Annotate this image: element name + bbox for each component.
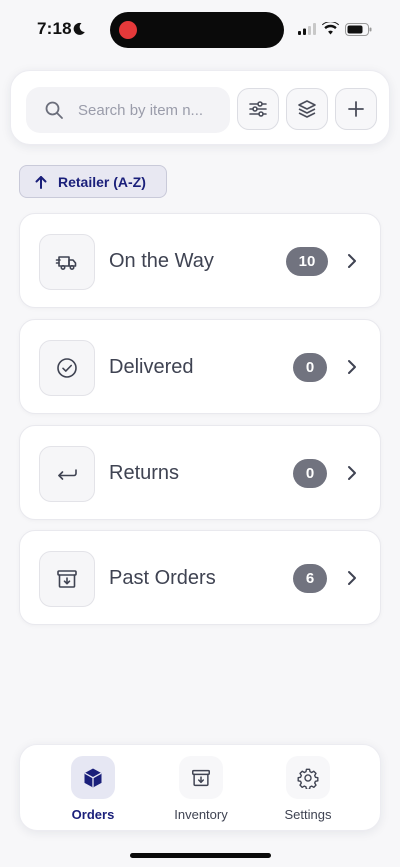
- sort-label: Retailer (A-Z): [58, 173, 146, 190]
- home-indicator[interactable]: [130, 853, 271, 858]
- arrow-up-icon: [35, 175, 47, 189]
- order-icon-box: [39, 446, 95, 502]
- order-category-returns[interactable]: Returns 0: [19, 425, 381, 520]
- tab-settings[interactable]: Settings: [263, 755, 353, 825]
- add-button[interactable]: [335, 88, 377, 130]
- wifi-icon: [322, 22, 339, 35]
- search-icon: [45, 101, 63, 119]
- count-badge: 6: [293, 564, 327, 593]
- order-category-on-the-way[interactable]: On the Way 10: [19, 213, 381, 308]
- order-category-delivered[interactable]: Delivered 0: [19, 319, 381, 414]
- cellular-signal-icon: [298, 23, 316, 35]
- cube-icon: [84, 768, 102, 787]
- filter-button[interactable]: [237, 88, 279, 130]
- dynamic-island: [110, 12, 284, 48]
- return-arrow-icon: [58, 469, 77, 480]
- order-category-label: Delivered: [109, 356, 194, 378]
- tab-label: Inventory: [174, 807, 228, 822]
- nav-icon-box: [71, 756, 115, 799]
- battery-icon: [345, 23, 372, 36]
- order-icon-box: [39, 340, 95, 396]
- count-badge: 10: [286, 247, 328, 276]
- search-toolbar: [10, 70, 390, 145]
- gear-icon: [297, 768, 319, 789]
- count-badge: 0: [293, 459, 327, 488]
- status-bar: 7:18: [0, 0, 400, 60]
- chevron-right-icon: [348, 466, 356, 480]
- tab-label: Settings: [284, 807, 332, 822]
- layers-button[interactable]: [286, 88, 328, 130]
- tab-label: Orders: [71, 807, 115, 822]
- search-field[interactable]: [26, 87, 230, 133]
- nav-icon-box: [286, 756, 330, 799]
- plus-icon: [348, 101, 364, 117]
- sliders-icon: [249, 101, 267, 117]
- order-category-past-orders[interactable]: Past Orders 6: [19, 530, 381, 625]
- moon-icon: [73, 22, 85, 35]
- chevron-right-icon: [348, 571, 356, 585]
- archive-icon: [57, 570, 77, 588]
- archive-icon: [192, 769, 210, 786]
- order-category-label: On the Way: [109, 250, 214, 272]
- layers-icon: [298, 100, 316, 118]
- search-input[interactable]: [78, 87, 226, 133]
- check-circle-icon: [57, 358, 77, 378]
- order-icon-box: [39, 551, 95, 607]
- chevron-right-icon: [348, 254, 356, 268]
- recording-indicator-icon: [119, 21, 137, 39]
- tab-orders[interactable]: Orders: [48, 755, 138, 825]
- order-category-label: Past Orders: [109, 567, 216, 589]
- sort-button[interactable]: Retailer (A-Z): [19, 165, 167, 198]
- chevron-right-icon: [348, 360, 356, 374]
- order-category-label: Returns: [109, 462, 180, 484]
- count-badge: 0: [293, 353, 327, 382]
- truck-icon: [55, 256, 77, 271]
- order-icon-box: [39, 234, 95, 290]
- tab-inventory[interactable]: Inventory: [156, 755, 246, 825]
- bottom-tab-bar: Orders Inventory Settings: [19, 744, 381, 831]
- nav-icon-box: [179, 756, 223, 799]
- status-time: 7:18: [37, 19, 72, 38]
